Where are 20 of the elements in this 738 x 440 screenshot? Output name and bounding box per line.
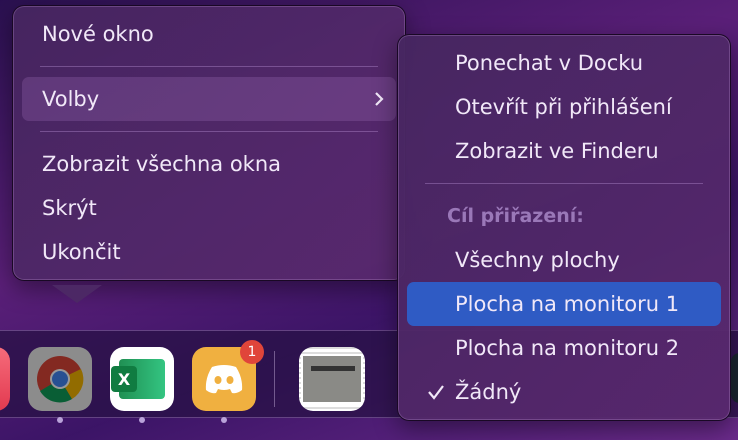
photo-stack-icon[interactable] <box>299 347 365 411</box>
menu-item[interactable]: Ponechat v Docku <box>407 41 721 85</box>
section-header: Cíl přiřazení: <box>446 204 585 229</box>
chat-app-icon[interactable] <box>192 347 256 411</box>
browser-app-icon[interactable] <box>28 347 92 411</box>
menu-item[interactable]: Skrýt <box>22 186 396 230</box>
menu-item[interactable]: Nové okno <box>22 12 396 56</box>
menu-item[interactable]: Plocha na monitoru 2 <box>407 326 721 370</box>
submenu-item[interactable]: Volby <box>22 77 396 121</box>
menu-item[interactable]: Ukončit <box>22 230 396 274</box>
menu-item[interactable]: Zobrazit všechna okna <box>22 142 396 186</box>
menu-item[interactable]: Všechny plochy <box>407 238 721 282</box>
menu-pointer <box>52 285 102 303</box>
menu-item[interactable]: Zobrazit ve Finderu <box>407 129 721 173</box>
notification-badge: 1 <box>240 340 264 364</box>
spreadsheet-app-icon[interactable]: X <box>110 347 174 411</box>
menu-item[interactable]: Plocha na monitoru 1 <box>407 282 721 326</box>
menu-item[interactable]: Žádný <box>407 370 721 414</box>
chevron-right-icon <box>374 91 384 107</box>
menu-item[interactable]: Otevřít při přihlášení <box>407 85 721 129</box>
